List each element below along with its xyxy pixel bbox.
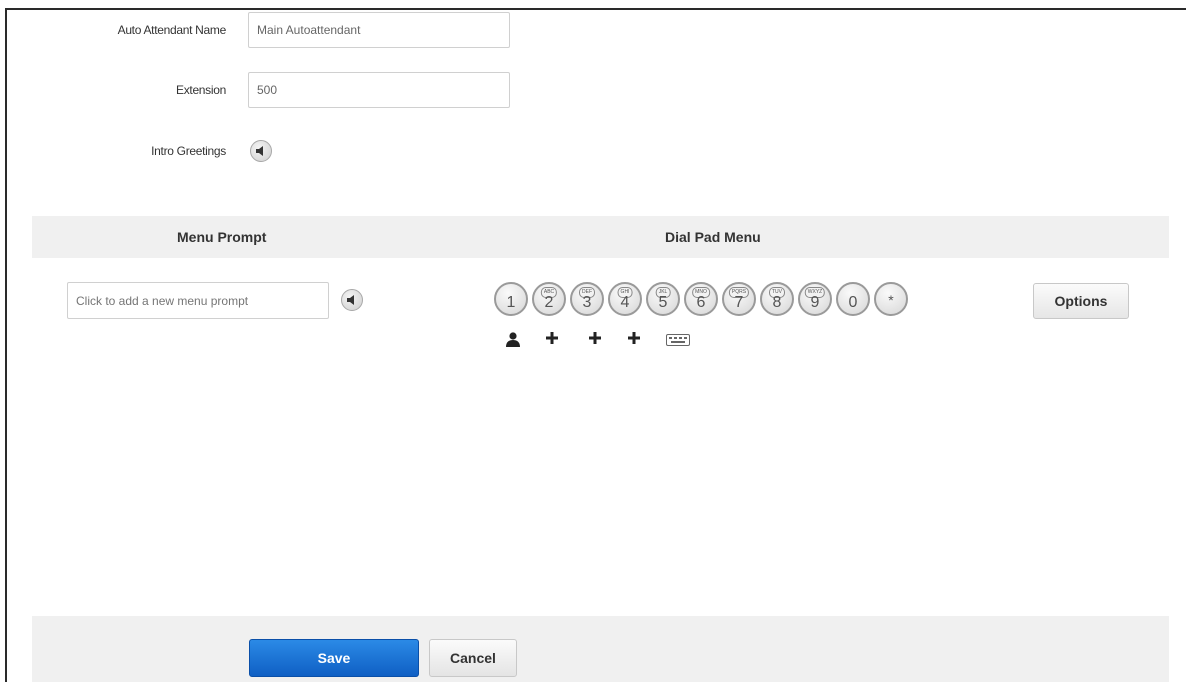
dial-key-4[interactable]: GHI 4 [608,282,642,316]
intro-greetings-row: Intro Greetings [0,133,600,169]
dial-key-star[interactable]: * [874,282,908,316]
dial-key-digit: 0 [848,294,858,311]
intro-greetings-speaker-icon[interactable] [250,140,272,162]
section-header-band: Menu Prompt Dial Pad Menu [32,216,1169,258]
dial-key-digit: 5 [658,294,668,311]
user-icon[interactable] [505,331,521,352]
dial-key-2[interactable]: ABC 2 [532,282,566,316]
menu-prompt-header: Menu Prompt [177,229,267,245]
footer-bar [32,616,1169,682]
dial-key-digit: 2 [544,294,554,311]
dial-key-9[interactable]: WXYZ 9 [798,282,832,316]
dial-pad-menu-header: Dial Pad Menu [665,229,761,245]
auto-attendant-name-label: Auto Attendant Name [117,23,227,37]
plus-icon[interactable] [588,331,602,350]
dial-key-3[interactable]: DEF 3 [570,282,604,316]
dial-key-digit: 4 [620,294,630,311]
plus-icon[interactable] [545,331,559,350]
plus-icon[interactable] [627,331,641,350]
menu-prompt-input[interactable] [67,282,329,319]
window-border-left [5,8,7,682]
dial-key-digit: * [888,292,894,308]
intro-greetings-label: Intro Greetings [151,144,226,158]
dial-key-8[interactable]: TUV 8 [760,282,794,316]
extension-label: Extension [176,83,226,97]
extension-row: Extension [0,72,600,108]
dial-key-digit: 1 [506,294,516,311]
dial-key-digit: 8 [772,294,782,311]
dial-key-1[interactable]: 1 [494,282,528,316]
dial-key-5[interactable]: JKL 5 [646,282,680,316]
auto-attendant-name-input[interactable] [248,12,510,48]
dial-key-digit: 3 [582,294,592,311]
dial-key-digit: 7 [734,294,744,311]
save-button[interactable]: Save [249,639,419,677]
dial-key-digit: 6 [696,294,706,311]
dial-key-0[interactable]: 0 [836,282,870,316]
dial-key-6[interactable]: MNO 6 [684,282,718,316]
keyboard-icon[interactable] [666,333,690,351]
menu-prompt-speaker-icon[interactable] [341,289,363,311]
dial-key-7[interactable]: PQRS 7 [722,282,756,316]
options-button[interactable]: Options [1033,283,1129,319]
auto-attendant-name-row: Auto Attendant Name [0,12,600,48]
extension-input[interactable] [248,72,510,108]
dial-key-digit: 9 [810,294,820,311]
window-border-top [5,8,1186,10]
cancel-button[interactable]: Cancel [429,639,517,677]
